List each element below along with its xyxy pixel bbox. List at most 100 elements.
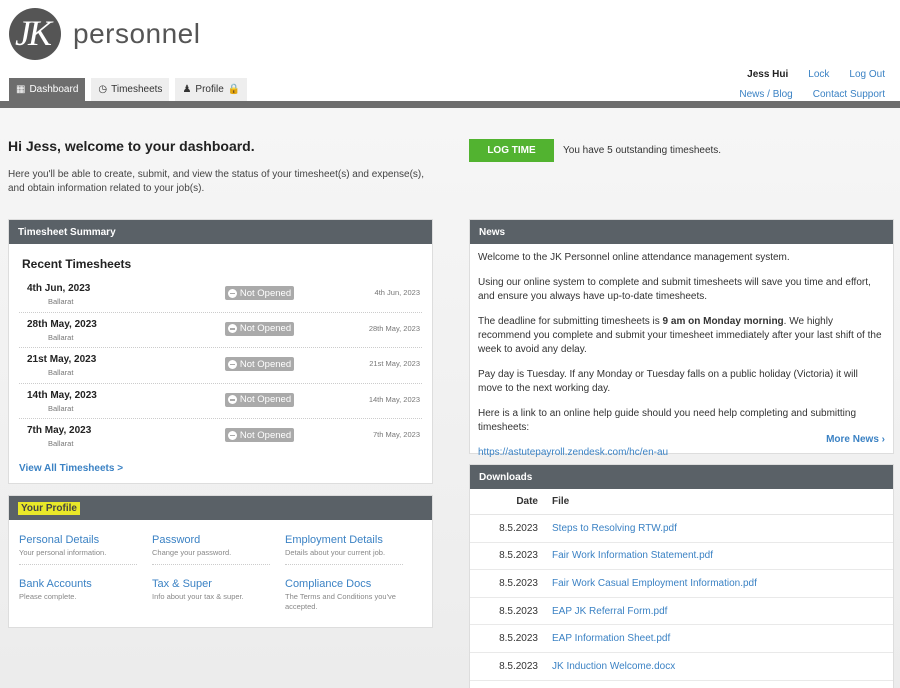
download-file-link[interactable]: Steps to Resolving RTW.pdf [552,523,677,534]
status-badge: Not Opened [225,392,294,407]
news-paragraph: Here is a link to an online help guide s… [478,408,857,433]
timesheet-summary-panel: Timesheet Summary Recent Timesheets 4th … [8,219,433,484]
profile-link[interactable]: Employment Details [285,534,403,546]
main-tabs: ▦ Dashboard ◷ Timesheets ♟ Profile 🔒 [9,78,248,101]
profile-item-compliance-docs[interactable]: Compliance Docs The Terms and Conditions… [285,578,403,612]
timesheet-location: Ballarat [48,368,74,377]
profile-desc: Please complete. [19,592,77,601]
column-header-date: Date [516,496,538,507]
timesheet-row[interactable]: 4th Jun, 2023 Ballarat Not Opened 4th Ju… [19,277,422,313]
user-icon: ♟ [182,84,192,95]
minus-circle-icon [227,359,237,369]
table-row: 8.5.2023 Steps to Resolving RTW.pdf [470,515,893,543]
timesheet-row[interactable]: 14th May, 2023 Ballarat Not Opened 14th … [19,384,422,419]
status-badge: Not Opened [225,357,294,371]
timesheet-date: 21st May, 2023 [27,354,97,365]
profile-link[interactable]: Password [152,534,270,546]
minus-circle-icon [227,288,237,298]
timesheet-location: Ballarat [48,439,74,448]
tab-label: Dashboard [29,84,79,95]
status-badge: Not Opened [225,428,294,442]
timesheet-date-right: 21st May, 2023 [369,359,420,368]
log-time-section: LOG TIME You have 5 outstanding timeshee… [469,139,721,162]
panel-title: Downloads [470,465,893,489]
timesheet-location: Ballarat [48,297,74,306]
panel-title: Your Profile [18,501,80,515]
profile-desc: The Terms and Conditions you've accepted… [285,592,396,611]
panel-header: Your Profile [9,496,432,520]
clock-icon: ◷ [98,84,108,95]
lock-icon: 🔒 [227,84,241,95]
status-label: Not Opened [239,323,292,334]
news-paragraph: Welcome to the JK Personnel online atten… [478,252,790,263]
log-time-button[interactable]: LOG TIME [469,139,554,162]
lock-link[interactable]: Lock [808,69,829,80]
status-label: Not Opened [239,429,292,441]
timesheet-date: 4th Jun, 2023 [27,283,91,294]
logo-initials: JK [15,13,52,53]
download-file-link[interactable]: EAP JK Referral Form.pdf [552,606,667,617]
table-row: 8.5.2023 Fair Work Information Statement… [470,543,893,571]
tab-dashboard[interactable]: ▦ Dashboard [9,78,86,101]
status-label: Not Opened [239,287,292,299]
status-badge: Not Opened [225,321,294,336]
status-label: Not Opened [239,358,292,370]
more-news-link[interactable]: More News › [826,434,885,445]
timesheet-row[interactable]: 28th May, 2023 Ballarat Not Opened 28th … [19,313,422,348]
view-all-timesheets-link[interactable]: View All Timesheets > [19,463,123,474]
column-header-file: File [552,496,570,507]
profile-item-bank-accounts[interactable]: Bank Accounts Please complete. [19,578,137,602]
timesheet-row[interactable]: 21st May, 2023 Ballarat Not Opened 21st … [19,348,422,384]
tab-label: Timesheets [111,84,163,95]
timesheet-date-right: 4th Jun, 2023 [374,288,420,297]
download-date: 8.5.2023 [499,660,538,672]
user-nav: Jess Hui Lock Log Out News / Blog Contac… [739,64,885,104]
download-file-link[interactable]: Fair Work Casual Employment Information.… [552,578,757,589]
download-date: 8.5.2023 [499,633,538,645]
profile-item-password[interactable]: Password Change your password. [152,534,270,565]
profile-link[interactable]: Personal Details [19,534,137,546]
download-file-link[interactable]: EAP Information Sheet.pdf [552,633,670,644]
download-date: 8.5.2023 [499,550,538,562]
brand-logo[interactable]: JK personnel [9,8,200,60]
table-row: 8.5.2023 JK Induction Welcome.docx [470,653,893,681]
logout-link[interactable]: Log Out [849,69,885,80]
news-body: Welcome to the JK Personnel online atten… [470,244,893,460]
tab-timesheets[interactable]: ◷ Timesheets [91,78,170,101]
download-file-link[interactable]: Fair Work Information Statement.pdf [552,550,713,561]
profile-item-tax-super[interactable]: Tax & Super Info about your tax & super. [152,578,270,602]
help-guide-link[interactable]: https://astutepayroll.zendesk.com/hc/en-… [478,447,668,458]
profile-link[interactable]: Compliance Docs [285,578,403,590]
nav-divider [0,101,900,108]
panel-title: News [470,220,893,244]
tab-profile[interactable]: ♟ Profile 🔒 [175,78,248,101]
tab-label: Profile [195,84,224,95]
news-panel: News Welcome to the JK Personnel online … [469,219,894,458]
timesheet-row[interactable]: 7th May, 2023 Ballarat Not Opened 7th Ma… [19,419,422,455]
minus-circle-icon [227,395,237,404]
download-date: 8.5.2023 [499,522,538,534]
timesheet-date: 14th May, 2023 [27,389,97,401]
contact-support-link[interactable]: Contact Support [813,89,885,100]
timesheet-date-right: 7th May, 2023 [373,430,420,439]
table-row: 8.5.2023 EAP Information Sheet.pdf [470,625,893,653]
timesheet-location: Ballarat [48,332,74,342]
download-date: 8.5.2023 [499,605,538,617]
status-badge: Not Opened [225,286,294,300]
news-blog-link[interactable]: News / Blog [739,89,792,100]
profile-link[interactable]: Tax & Super [152,578,270,590]
news-deadline: 9 am on Monday morning [662,316,784,327]
timesheet-date: 28th May, 2023 [27,318,97,330]
table-row: 8.5.2023 Fair Work Casual Employment Inf… [470,570,893,598]
profile-link[interactable]: Bank Accounts [19,578,137,590]
welcome-section: Hi Jess, welcome to your dashboard. Here… [8,138,438,196]
timesheet-date-right: 14th May, 2023 [368,394,420,404]
profile-desc: Info about your tax & super. [152,592,244,601]
profile-item-employment-details[interactable]: Employment Details Details about your cu… [285,534,403,565]
brand-name: personnel [73,18,201,49]
welcome-title: Hi Jess, welcome to your dashboard. [8,138,255,154]
download-file-link[interactable]: JK Induction Welcome.docx [552,661,675,672]
profile-item-personal-details[interactable]: Personal Details Your personal informati… [19,534,137,565]
profile-desc: Details about your current job. [285,548,386,557]
download-date: 8.5.2023 [499,577,538,589]
